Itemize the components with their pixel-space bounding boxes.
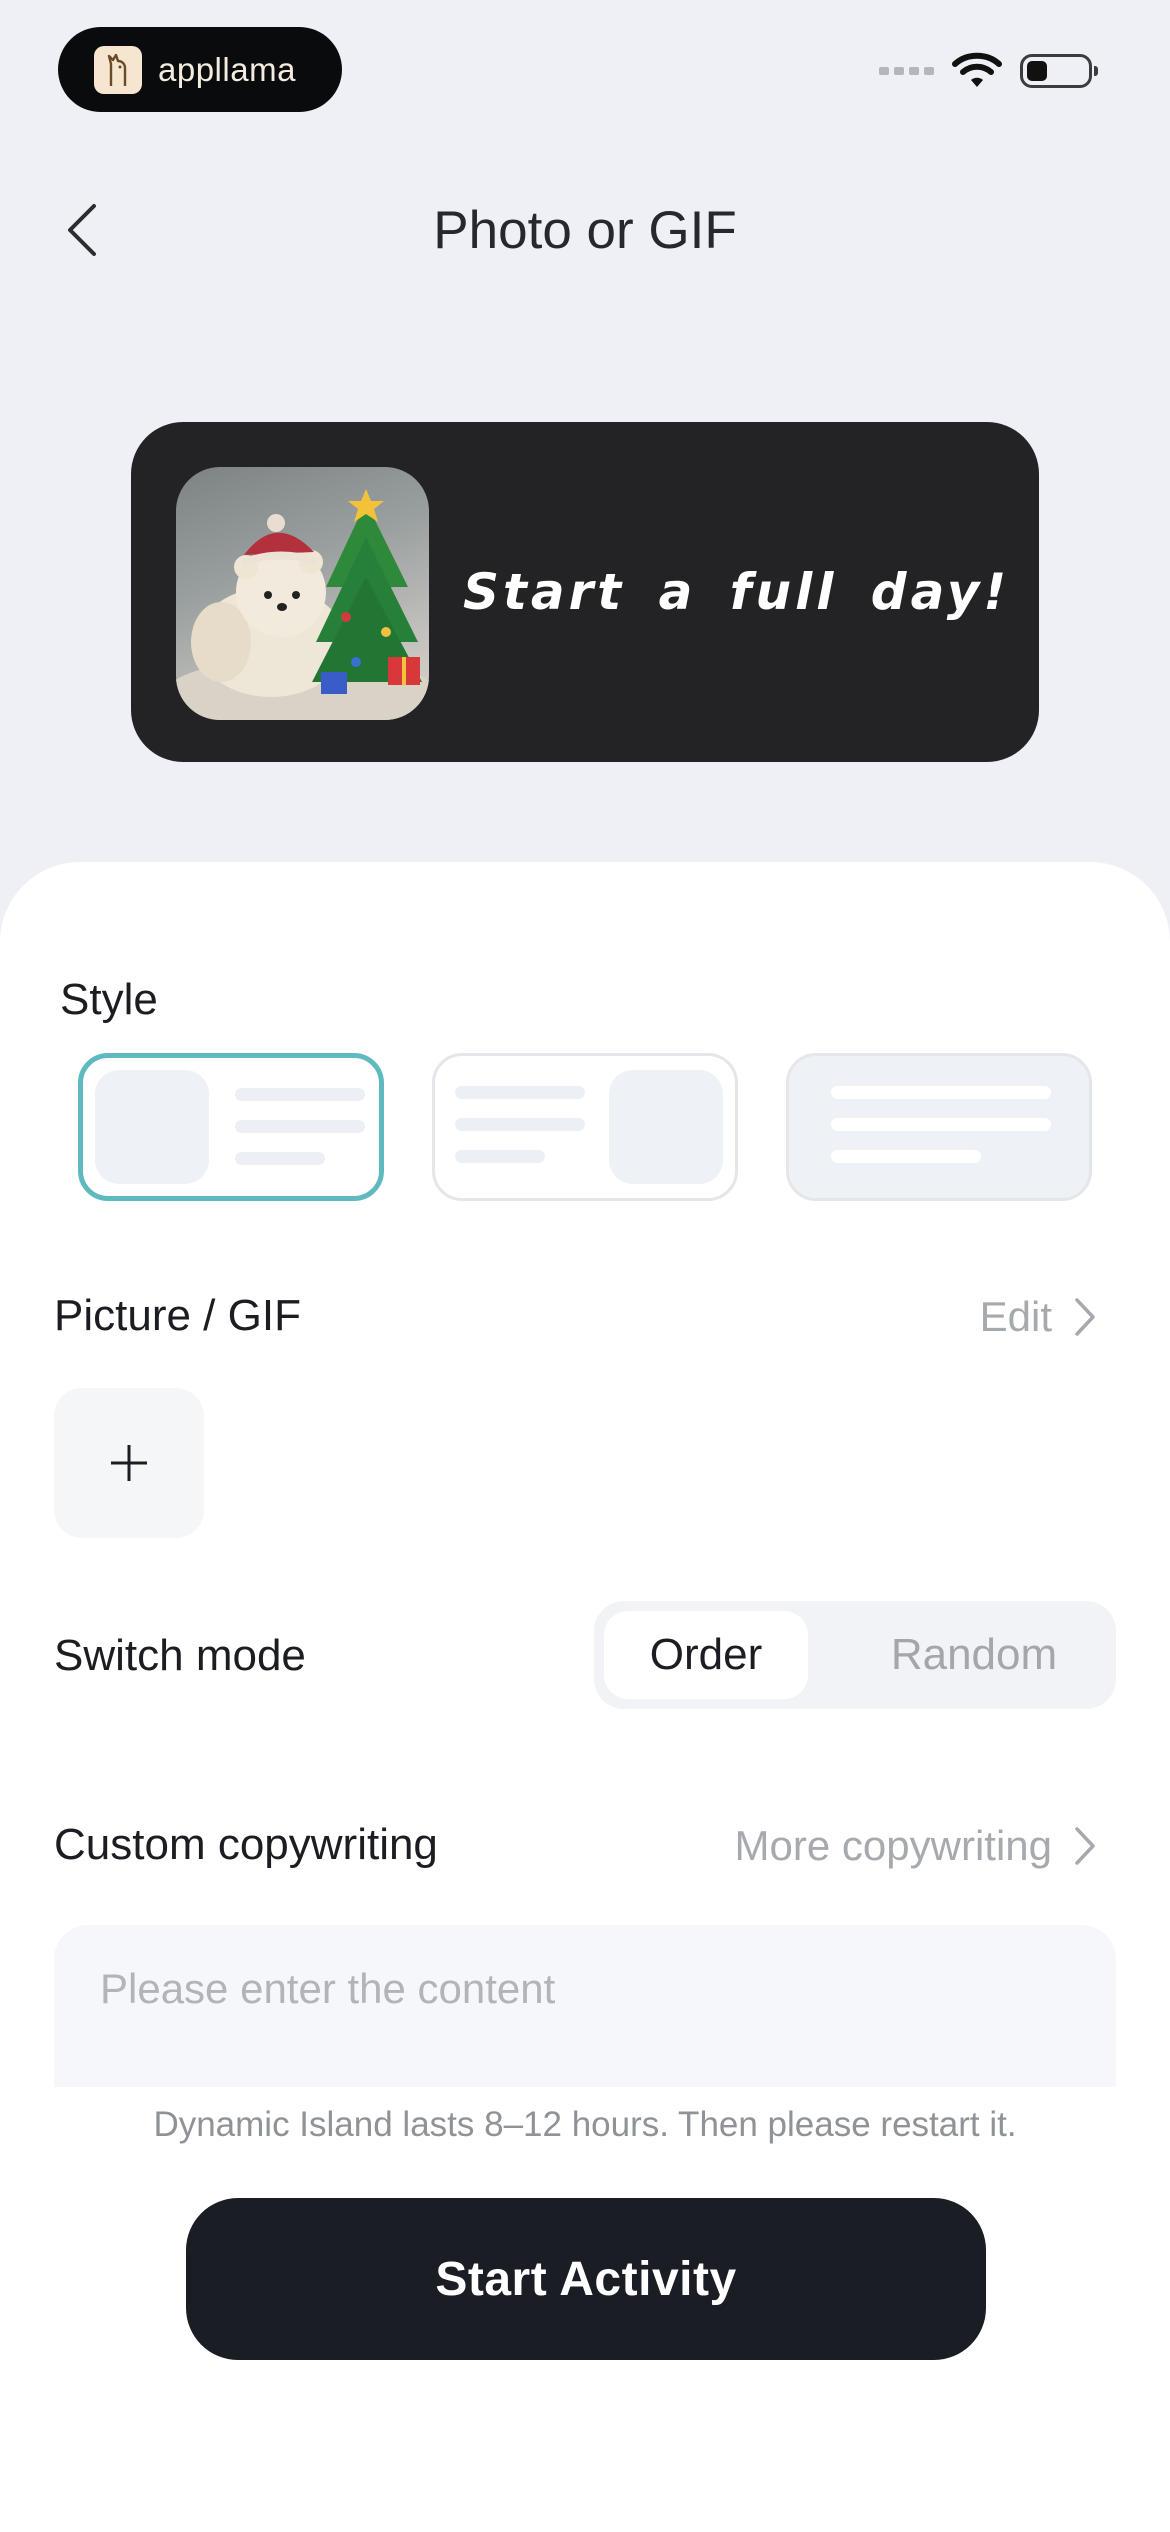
preview-caption: Start a full day! [463, 563, 1011, 621]
status-icons [879, 52, 1098, 90]
start-activity-button[interactable]: Start Activity [186, 2198, 986, 2360]
content-input-placeholder: Please enter the content [100, 1965, 556, 2012]
cellular-signal-icon [879, 67, 934, 75]
custom-copywriting-label: Custom copywriting [54, 1820, 438, 1869]
edit-link[interactable]: Edit [980, 1293, 1096, 1341]
edit-label: Edit [979, 1293, 1052, 1340]
preview-image [176, 467, 429, 720]
llama-logo-icon [94, 45, 142, 94]
page-title: Photo or GIF [433, 201, 737, 260]
style-option-image-left[interactable] [78, 1053, 384, 1201]
app-badge-label: appllama [158, 50, 296, 88]
dynamic-island-note: Dynamic Island lasts 8–12 hours. Then pl… [153, 2105, 1017, 2144]
app-badge: appllama [58, 27, 342, 112]
switch-mode-random[interactable]: Random [844, 1611, 1104, 1699]
plus-icon [111, 1445, 147, 1481]
style-option-image-right[interactable] [432, 1053, 738, 1201]
wifi-icon [952, 52, 1002, 87]
switch-mode-segmented-control: Order Random [594, 1601, 1116, 1709]
picture-gif-label: Picture / GIF [54, 1291, 301, 1340]
switch-mode-label: Switch mode [54, 1631, 306, 1680]
live-activity-preview: Start a full day! [131, 422, 1039, 762]
switch-mode-order[interactable]: Order [604, 1611, 808, 1699]
chevron-right-icon [1075, 1298, 1095, 1336]
more-copywriting-link[interactable]: More copywriting [735, 1822, 1096, 1870]
style-option-text-only[interactable] [786, 1053, 1092, 1201]
content-input[interactable]: Please enter the content [54, 1925, 1116, 2087]
add-picture-button[interactable] [54, 1388, 204, 1538]
more-copywriting-label: More copywriting [734, 1822, 1052, 1869]
style-label: Style [60, 975, 158, 1024]
chevron-right-icon [1075, 1827, 1095, 1865]
battery-icon [1020, 54, 1098, 88]
